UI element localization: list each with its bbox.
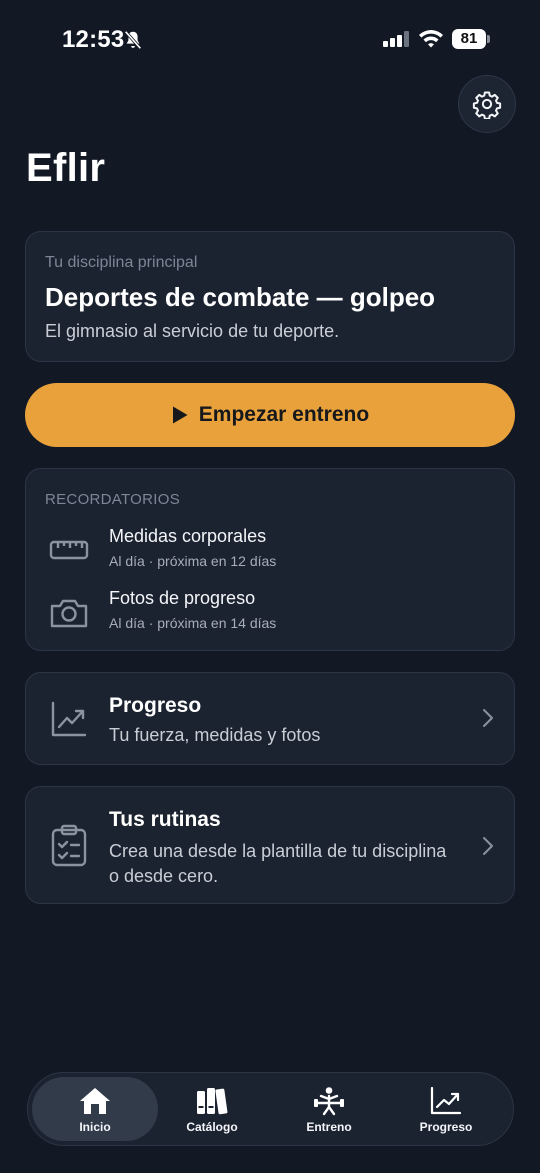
play-icon <box>172 406 188 424</box>
routines-card-subtitle: Crea una desde la plantilla de tu discip… <box>109 841 447 886</box>
tab-inicio[interactable]: Inicio <box>32 1077 158 1141</box>
chevron-right-icon <box>483 709 493 727</box>
start-workout-label: Empezar entreno <box>198 403 370 426</box>
status-bar: 12:53 81 <box>0 0 540 80</box>
chevron-right-icon <box>483 837 493 855</box>
reminders-card: RECORDATORIOS Medidas corporales Al día … <box>25 468 515 651</box>
gear-icon <box>472 91 502 119</box>
routines-card[interactable]: Tus rutinas Crea una desde la plantilla … <box>25 786 515 904</box>
routines-card-title: Tus rutinas <box>109 808 221 831</box>
chart-up-icon <box>430 1086 462 1115</box>
start-workout-button[interactable]: Empezar entreno <box>25 383 515 447</box>
reminder-progress-photos[interactable]: Fotos de progreso Al día · próxima en 14… <box>26 588 516 640</box>
reminders-header: RECORDATORIOS <box>45 491 181 508</box>
clipboard-checklist-icon <box>51 824 87 867</box>
settings-button[interactable] <box>458 75 516 133</box>
tab-entreno[interactable]: Entreno <box>266 1077 392 1141</box>
reminder-body-measurements[interactable]: Medidas corporales Al día · próxima en 1… <box>26 526 516 578</box>
tab-label: Entreno <box>306 1120 352 1134</box>
progress-card[interactable]: Progreso Tu fuerza, medidas y fotos <box>25 672 515 765</box>
tab-label: Progreso <box>419 1120 473 1134</box>
tab-label: Catálogo <box>186 1120 238 1134</box>
battery-cap <box>487 35 490 43</box>
reminder-detail: Al día · próxima en 14 días <box>109 615 277 631</box>
home-screen: 12:53 81 Eflir Tu disciplina principal D… <box>0 0 540 1173</box>
discipline-subtitle: El gimnasio al servicio de tu deporte. <box>45 321 340 341</box>
signal-icon <box>383 31 409 47</box>
books-icon <box>197 1088 228 1115</box>
reminder-title: Fotos de progreso <box>109 588 256 608</box>
reminder-title: Medidas corporales <box>109 526 267 546</box>
tab-catalogo[interactable]: Catálogo <box>149 1077 275 1141</box>
progress-card-title: Progreso <box>109 694 202 717</box>
app-title: Eflir <box>26 146 106 190</box>
battery-indicator: 81 <box>452 29 486 49</box>
weightlifter-icon <box>314 1087 344 1116</box>
ruler-icon <box>49 540 89 560</box>
discipline-card[interactable]: Tu disciplina principal Deportes de comb… <box>25 231 515 362</box>
discipline-title: Deportes de combate — golpeo <box>45 282 436 312</box>
wifi-icon <box>419 30 443 48</box>
tab-label: Inicio <box>79 1120 111 1134</box>
status-time: 12:53 <box>62 26 125 53</box>
reminder-detail: Al día · próxima en 12 días <box>109 553 277 569</box>
progress-card-subtitle: Tu fuerza, medidas y fotos <box>109 725 321 745</box>
discipline-label: Tu disciplina principal <box>45 254 198 271</box>
tab-progreso[interactable]: Progreso <box>383 1077 509 1141</box>
bottom-tab-bar: Inicio Catálogo Entreno Progreso <box>27 1072 514 1146</box>
camera-icon <box>50 599 88 628</box>
bell-muted-icon <box>124 30 142 50</box>
home-icon <box>80 1088 110 1114</box>
chart-up-icon <box>51 701 87 737</box>
